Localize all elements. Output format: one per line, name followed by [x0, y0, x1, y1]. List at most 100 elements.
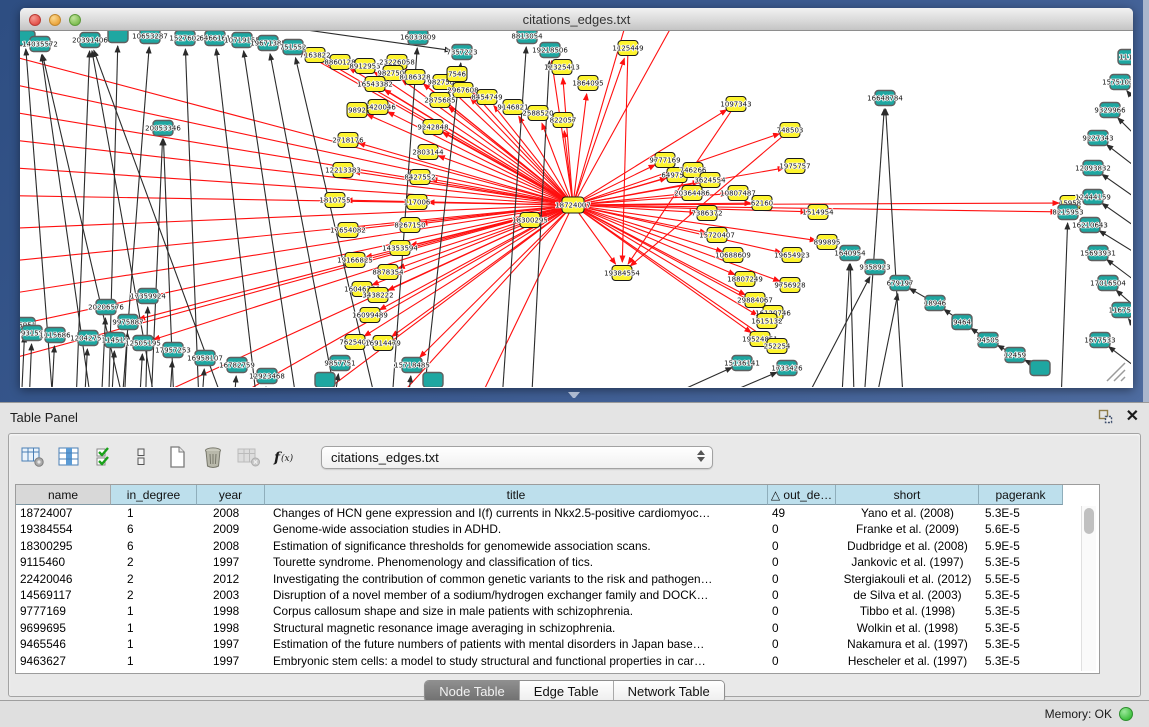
graph-node[interactable]: 1097343 [720, 97, 751, 112]
table-row[interactable]: 1830029562008Estimation of significance … [16, 538, 1099, 554]
table-row[interactable]: 946362711997Embryonic stem cells: a mode… [16, 653, 1099, 669]
graph-node[interactable]: 1975757 [779, 159, 810, 174]
graph-node[interactable]: 2718176 [332, 133, 364, 148]
graph-node[interactable]: 9892 [347, 103, 367, 118]
graph-node[interactable]: 116753 [1109, 303, 1131, 318]
column-header-title[interactable]: title [265, 485, 768, 505]
column-header-short[interactable]: short [836, 485, 979, 505]
graph-node[interactable]: 7546 [447, 67, 467, 82]
graph-node[interactable]: 899895 [814, 235, 841, 250]
graph-node[interactable]: 15751074 [1102, 75, 1131, 90]
graph-node[interactable]: 751552 [280, 40, 307, 55]
table-row[interactable]: 2242004622012Investigating the contribut… [16, 571, 1099, 587]
graph-node[interactable]: 1677533 [1084, 333, 1115, 348]
graph-node[interactable]: 822057 [550, 113, 577, 128]
graph-node[interactable] [423, 373, 443, 388]
graph-node[interactable]: 748503 [777, 123, 804, 138]
graph-node[interactable]: 19218506 [532, 43, 568, 58]
graph-node[interactable] [315, 373, 335, 388]
graph-node[interactable]: 8813054 [511, 31, 543, 44]
graph-node[interactable] [108, 31, 128, 43]
graph-node[interactable]: 1514954 [802, 205, 834, 220]
table-mode-icon[interactable] [19, 444, 46, 471]
graph-node[interactable]: 8427552 [404, 170, 435, 185]
graph-node[interactable]: 1117 [1118, 50, 1131, 65]
delete-column-icon[interactable] [199, 444, 226, 471]
graph-node[interactable]: 16782759 [219, 358, 255, 373]
graph-node[interactable]: 17654082 [330, 223, 366, 238]
table-row[interactable]: 911546021997Tourette syndrome. Phenomeno… [16, 554, 1099, 570]
select-attributes-icon[interactable] [91, 444, 118, 471]
vertical-scrollbar[interactable] [1081, 506, 1096, 671]
scrollbar-thumb[interactable] [1084, 508, 1094, 534]
graph-node[interactable]: 9227343 [1082, 131, 1113, 146]
show-columns-icon[interactable] [55, 444, 82, 471]
column-header-in_degree[interactable]: in_degree [111, 485, 197, 505]
graph-node[interactable]: 1864095 [572, 76, 603, 91]
column-header-year[interactable]: year [197, 485, 265, 505]
table-selector-dropdown[interactable]: citations_edges.txt [321, 446, 713, 469]
graph-node[interactable]: 9857751 [324, 356, 355, 371]
graph-node[interactable]: 20053346 [145, 121, 181, 136]
tab-network-table[interactable]: Network Table [614, 681, 724, 702]
graph-node[interactable]: 9329966 [1094, 103, 1126, 118]
graph-node[interactable]: 8878354 [372, 265, 404, 280]
tab-edge-table[interactable]: Edge Table [520, 681, 614, 702]
graph-node[interactable]: 16958107 [187, 351, 223, 366]
graph-node[interactable]: 7386372 [691, 206, 722, 221]
table-row[interactable]: 946554611997Estimation of the future num… [16, 636, 1099, 652]
graph-node[interactable]: 19654923 [774, 248, 810, 263]
graph-node[interactable]: 10807487 [720, 186, 756, 201]
table-row[interactable]: 977716911998Corpus callosum shape and si… [16, 603, 1099, 619]
new-column-icon[interactable] [163, 444, 190, 471]
graph-node[interactable]: 9358923 [859, 260, 890, 275]
float-panel-icon[interactable] [1097, 408, 1114, 425]
graph-node[interactable]: 17016504 [1090, 276, 1126, 291]
graph-node[interactable]: 1733426 [771, 361, 803, 376]
column-header-out_de[interactable]: △ out_de… [768, 485, 836, 505]
network-canvas[interactable]: 1872400771638228860128891295323226058982… [20, 31, 1131, 387]
graph-node[interactable]: 12042757 [70, 331, 106, 346]
graph-node[interactable]: 20206576 [88, 300, 124, 315]
graph-node[interactable]: 10653287 [132, 31, 168, 44]
graph-node[interactable]: 1115686 [39, 328, 71, 343]
graph-node[interactable]: 20391406 [72, 33, 108, 48]
graph-node[interactable] [1030, 361, 1050, 376]
tab-node-table[interactable]: Node Table [425, 681, 520, 702]
graph-node[interactable]: 9975887 [112, 315, 143, 330]
graph-node[interactable]: 15718485 [394, 358, 430, 373]
graph-node[interactable]: 12459 [1004, 348, 1026, 363]
graph-node[interactable]: 19384554 [604, 266, 640, 281]
graph-node[interactable]: 15693931 [1080, 246, 1116, 261]
graph-node[interactable]: 18946 [924, 296, 947, 311]
resize-grip[interactable] [1101, 357, 1127, 383]
graph-node[interactable]: 16210643 [1072, 218, 1108, 233]
close-panel-icon[interactable]: ✕ [1126, 409, 1139, 425]
graph-node[interactable]: 7357223 [446, 45, 477, 60]
splitter-handle[interactable] [568, 392, 580, 400]
graph-node[interactable]: 679197 [887, 276, 914, 291]
table-row[interactable]: 969969511998Structural magnetic resonanc… [16, 620, 1099, 636]
graph-node[interactable]: 62160 [751, 196, 773, 211]
graph-node[interactable]: 9464 [952, 315, 972, 330]
table-row[interactable]: 1456911722003Disruption of a novel membe… [16, 587, 1099, 603]
function-builder-icon[interactable]: f(x) [271, 444, 298, 471]
graph-node[interactable]: 16648784 [867, 91, 903, 106]
graph-node[interactable]: 17359924 [130, 289, 166, 304]
column-header-name[interactable]: name [16, 485, 111, 505]
delete-table-icon[interactable] [235, 444, 262, 471]
column-header-pagerank[interactable]: pagerank [979, 485, 1063, 505]
graph-node[interactable]: 16033809 [400, 31, 436, 45]
graph-node[interactable]: 10688609 [715, 248, 751, 263]
window-titlebar[interactable]: citations_edges.txt [20, 8, 1133, 31]
graph-node[interactable]: 117006 [404, 195, 431, 210]
graph-node[interactable]: 94505 [977, 333, 999, 348]
table-row[interactable]: 1938455462009Genome-wide association stu… [16, 521, 1099, 537]
rows-icon[interactable] [127, 444, 154, 471]
graph-node[interactable]: 1810755 [319, 193, 350, 208]
table-row[interactable]: 1872400712008Changes of HCN gene express… [16, 505, 1099, 521]
graph-node[interactable]: 9756928 [774, 278, 805, 293]
graph-node[interactable]: 12093832 [1075, 161, 1111, 176]
graph-node[interactable]: 1527602 [169, 31, 200, 46]
graph-node[interactable]: 1640954 [834, 246, 866, 261]
